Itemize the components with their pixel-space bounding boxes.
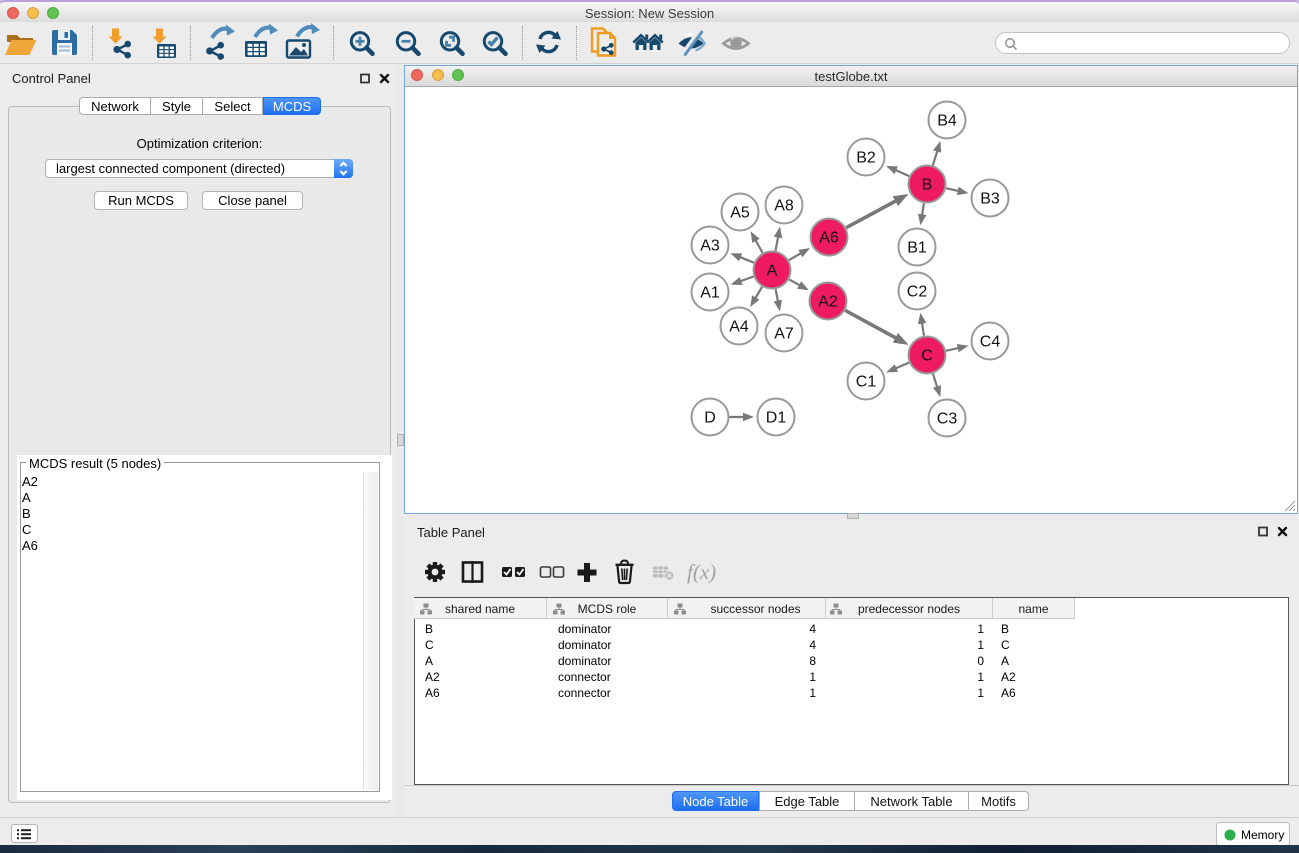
svg-text:A2: A2 [818,294,838,311]
svg-text:A7: A7 [774,326,794,343]
svg-text:A8: A8 [774,198,794,215]
svg-text:C4: C4 [980,334,1001,351]
svg-text:B4: B4 [937,113,957,130]
svg-text:B3: B3 [980,191,1000,208]
svg-text:A4: A4 [729,319,749,336]
svg-text:A3: A3 [700,238,720,255]
svg-text:C2: C2 [907,284,928,301]
svg-text:B: B [922,177,933,194]
svg-text:B2: B2 [856,150,876,167]
svg-text:A5: A5 [730,205,750,222]
svg-text:C: C [921,348,933,365]
svg-text:B1: B1 [907,240,927,257]
svg-text:C1: C1 [856,374,877,391]
svg-text:A6: A6 [819,230,839,247]
svg-text:A1: A1 [700,285,720,302]
svg-text:A: A [767,263,778,280]
svg-text:f(x): f(x) [687,560,716,584]
svg-text:D1: D1 [766,410,787,427]
svg-text:C3: C3 [937,411,958,428]
svg-text:D: D [704,410,716,427]
